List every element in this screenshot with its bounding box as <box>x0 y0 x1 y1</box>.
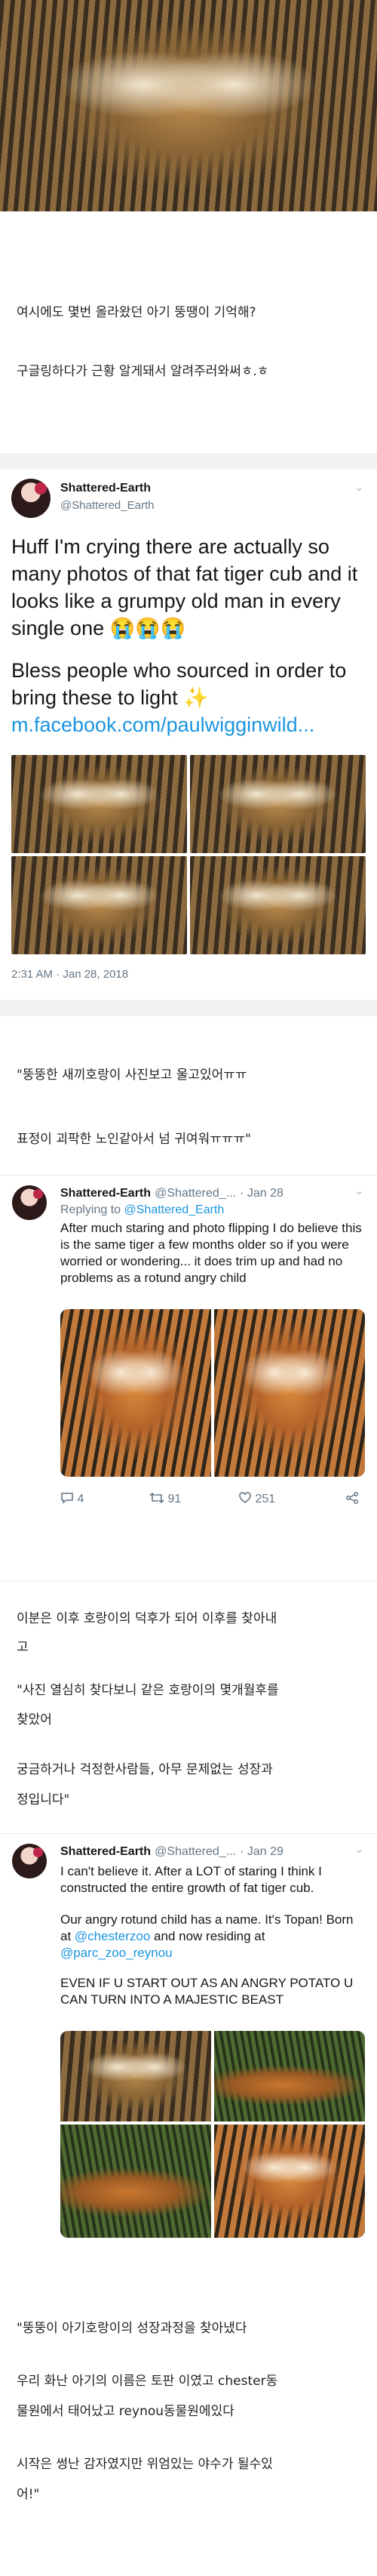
tweet-text-2: Bless people who sourced in order to bri… <box>11 659 347 709</box>
tweet-photo-1[interactable] <box>11 755 187 853</box>
tweet-photo-3[interactable] <box>60 2125 211 2238</box>
mention-chesterzoo[interactable]: @chesterzoo <box>75 1929 150 1943</box>
avatar[interactable] <box>12 1844 47 1878</box>
reply-label: Replying to <box>60 1203 124 1216</box>
share-icon <box>346 1492 358 1504</box>
caption-1-line-1: "뚱뚱한 새끼호랑이 사진보고 울고있어ㅠㅠ <box>17 1068 247 1083</box>
divider <box>0 453 377 470</box>
like-count: 251 <box>255 1493 276 1505</box>
divider <box>0 1833 377 1834</box>
tweet-text-2b: and now residing at <box>150 1929 265 1943</box>
caption-4-line-4: 시작은 썽난 감자였지만 위엄있는 야수가 될수있 <box>17 2457 273 2472</box>
tweet-actions: 4 91 251 <box>60 1492 362 1511</box>
caption-3-line-3: 궁금하거나 걱정한사람들, 아무 문제없는 성장과 <box>17 1762 273 1777</box>
tweet-date[interactable]: · Jan 29 <box>240 1845 284 1858</box>
tweet-photo-2[interactable] <box>190 755 366 853</box>
tweet-3: Shattered-Earth @Shattered_... · Jan 29 … <box>0 1833 377 2271</box>
caption-4-line-5: 어!" <box>17 2487 40 2502</box>
tweet-photo-1[interactable] <box>60 2031 211 2122</box>
avatar[interactable] <box>11 479 51 518</box>
tweet-1: Shattered-Earth @Shattered_Earth ⌄ Huff … <box>0 470 377 968</box>
tweet-2: Shattered-Earth @Shattered_... · Jan 28 … <box>0 1175 377 1582</box>
tweet-text-2: Our angry rotund child has a name. It's … <box>60 1912 366 1961</box>
like-button[interactable]: 251 <box>238 1492 275 1506</box>
tweet-author-handle[interactable]: @Shattered_... <box>155 1187 236 1200</box>
tweet-author-handle[interactable]: @Shattered_Earth <box>60 499 154 512</box>
reply-count: 4 <box>77 1493 84 1505</box>
tiger-cub-photo-top <box>0 0 377 211</box>
divider <box>0 1581 377 1582</box>
caption-3-line-1: "사진 열심히 찾다보니 같은 호랑이의 몇개월후를 <box>17 1683 279 1698</box>
reply-icon <box>61 1493 73 1504</box>
caption-3-line-2: 찾았어 <box>17 1712 52 1727</box>
tweet-text: After much staring and photo flipping I … <box>60 1221 362 1285</box>
retweet-button[interactable]: 91 <box>149 1492 181 1506</box>
tweet-photo-3[interactable] <box>11 856 187 954</box>
chevron-down-icon[interactable]: ⌄ <box>354 1184 364 1197</box>
tweet-author-name[interactable]: Shattered-Earth <box>60 1845 151 1858</box>
tweet-author-name[interactable]: Shattered-Earth <box>60 1187 151 1200</box>
tweet-link[interactable]: m.facebook.com/paulwigginwild... <box>11 711 366 738</box>
mention-parc-zoo-reynou[interactable]: @parc_zoo_reynou <box>60 1946 173 1960</box>
chevron-down-icon[interactable]: ⌄ <box>354 1842 364 1856</box>
divider <box>0 1175 377 1176</box>
tweet-date[interactable]: · Jan 28 <box>240 1187 284 1200</box>
heart-icon <box>239 1492 251 1503</box>
tweet-text-1: I can't believe it. After a LOT of stari… <box>60 1864 322 1895</box>
intro-line-2: 구글링하다가 근황 알게돼서 알려주러와써ㅎ.ㅎ <box>17 364 269 379</box>
reply-mention[interactable]: @Shattered_Earth <box>124 1203 225 1216</box>
reply-button[interactable]: 4 <box>60 1492 84 1506</box>
tweet-photo-1[interactable] <box>60 1309 211 1477</box>
tweet-photo-4[interactable] <box>214 2125 365 2238</box>
chevron-down-icon[interactable]: ⌄ <box>354 480 364 494</box>
tweet-author-handle[interactable]: @Shattered_... <box>155 1845 236 1858</box>
tweet-photo-2[interactable] <box>214 1309 365 1477</box>
retweet-icon <box>149 1492 164 1504</box>
tweet-timestamp[interactable]: 2:31 AM · Jan 28, 2018 <box>11 968 128 981</box>
tweet-author-name[interactable]: Shattered-Earth <box>60 482 151 495</box>
caption-4-line-3: 물원에서 태어났고 reynou동물원에있다 <box>17 2404 234 2419</box>
tweet-text: Huff I'm crying there are actually so ma… <box>11 535 358 639</box>
caption-4-line-2: 우리 화난 아기의 이름은 토판 이였고 chester동 <box>17 2374 278 2389</box>
caption-1-line-2: 표정이 괴팍한 노인같아서 넘 귀여워ㅠㅠㅠ" <box>17 1132 251 1147</box>
tweet-photo-4[interactable] <box>190 856 366 954</box>
caption-2-line-2: 고 <box>17 1640 29 1655</box>
caption-4-line-1: "뚱뚱이 아기호랑이의 성장과정을 찾아냈다 <box>17 2321 247 2336</box>
share-button[interactable] <box>345 1492 359 1506</box>
caption-3-line-4: 정입니다" <box>17 1792 70 1807</box>
divider <box>0 1000 377 1016</box>
tweet-text-3: EVEN IF U START OUT AS AN ANGRY POTATO U… <box>60 1976 354 2007</box>
intro-line-1: 여시에도 몇번 올라왔던 아기 뚱땡이 기억해? <box>17 305 256 320</box>
retweet-count: 91 <box>167 1493 182 1505</box>
caption-2-line-1: 이분은 이후 호랑이의 덕후가 되어 이후를 찾아내 <box>17 1611 277 1626</box>
avatar[interactable] <box>12 1185 47 1220</box>
tweet-photo-2[interactable] <box>214 2031 365 2122</box>
